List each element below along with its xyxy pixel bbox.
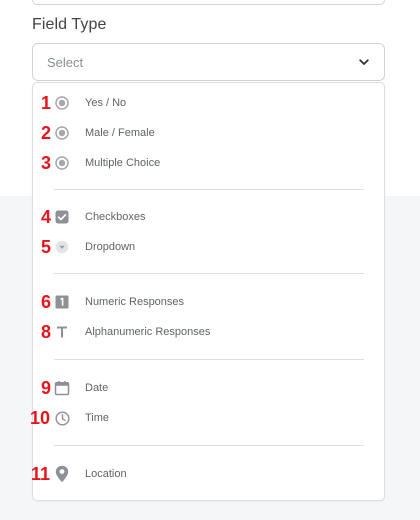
option-label: Multiple Choice: [85, 157, 161, 169]
location-pin-icon: [53, 465, 71, 483]
option-dropdown[interactable]: 5 Dropdown: [33, 234, 384, 260]
option-label: Male / Female: [85, 127, 155, 139]
annotation-number: 5: [40, 236, 51, 257]
option-label: Location: [85, 468, 127, 480]
divider: [54, 359, 364, 360]
option-label: Checkboxes: [85, 211, 146, 223]
annotation-number: 10: [29, 407, 50, 428]
annotation-number: 4: [40, 206, 51, 227]
option-label: Yes / No: [85, 97, 127, 109]
option-numeric-responses[interactable]: 6 Numeric Responses: [33, 289, 384, 315]
option-checkboxes[interactable]: 4 Checkboxes: [33, 204, 384, 230]
option-label: Time: [85, 412, 110, 424]
annotation-number: 1: [40, 92, 51, 113]
option-label: Dropdown: [85, 241, 136, 253]
clock-icon: [53, 409, 71, 427]
option-label: Date: [85, 382, 109, 394]
annotation-number: 8: [40, 321, 51, 342]
option-alphanumeric-responses[interactable]: 8 Alphanumeric Responses: [33, 319, 384, 345]
annotation-number: 9: [40, 377, 51, 398]
option-male-female[interactable]: 2 Male / Female: [33, 120, 384, 146]
text-icon: [53, 323, 71, 341]
option-location[interactable]: 11 Location: [31, 461, 384, 487]
numeric-icon: [53, 293, 71, 311]
option-time[interactable]: 10 Time: [30, 405, 384, 431]
option-label: Numeric Responses: [85, 296, 185, 308]
divider: [54, 189, 364, 190]
annotation-number: 6: [40, 291, 51, 312]
calendar-icon: [53, 379, 71, 397]
annotation-number: 2: [40, 122, 51, 143]
radio-icon: [53, 94, 71, 112]
radio-icon: [53, 124, 71, 142]
option-yes-no[interactable]: 1 Yes / No: [33, 90, 384, 116]
select-value: Select: [47, 54, 84, 70]
annotation-number: 3: [40, 152, 51, 173]
field-type-label: Field Type: [32, 16, 107, 33]
previous-input-field[interactable]: [32, 0, 385, 5]
option-multiple-choice[interactable]: 3 Multiple Choice: [33, 150, 384, 176]
divider: [54, 445, 364, 446]
radio-icon: [53, 154, 71, 172]
field-type-dropdown-menu: 1 Yes / No 2 Male / Female 3 Multiple Ch…: [30, 82, 385, 501]
option-date[interactable]: 9 Date: [33, 375, 384, 401]
divider: [54, 273, 364, 274]
option-label: Alphanumeric Responses: [85, 326, 211, 338]
field-type-select[interactable]: Select: [32, 43, 385, 81]
checkbox-icon: [53, 208, 71, 226]
chevron-down-icon: [358, 56, 370, 68]
dropdown-icon: [53, 238, 71, 256]
annotation-number: 11: [30, 463, 50, 484]
